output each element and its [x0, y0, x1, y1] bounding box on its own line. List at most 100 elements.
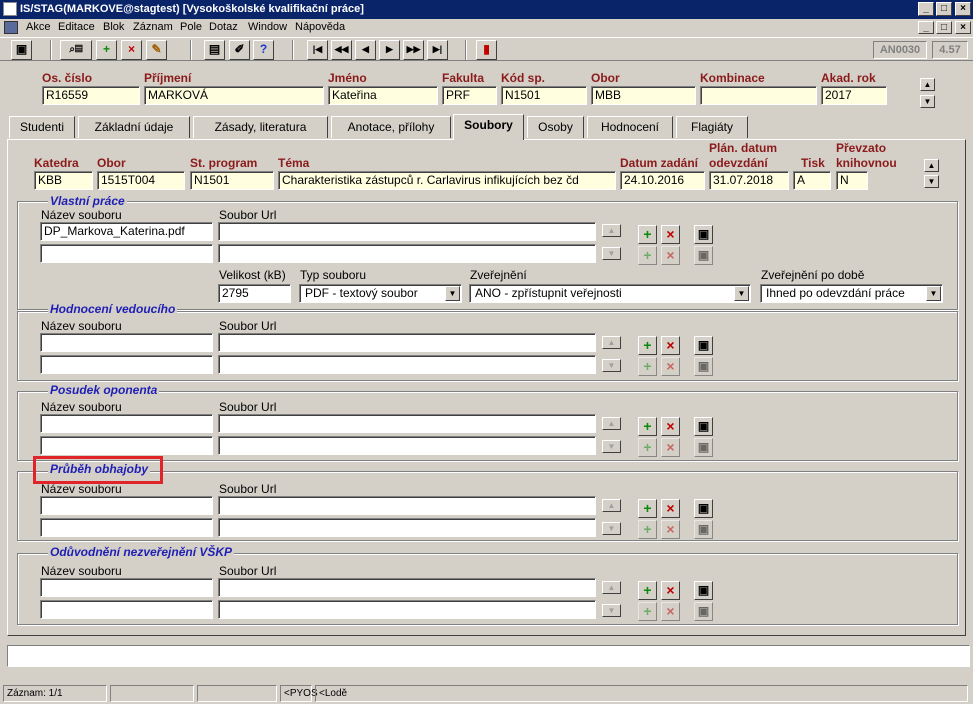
delete-file-icon[interactable]: × — [661, 438, 680, 457]
row-scroll-down-icon[interactable]: ▼ — [602, 440, 621, 453]
query-icon[interactable]: ⌕▤ — [60, 40, 92, 60]
save-file-icon[interactable]: ▣ — [694, 336, 713, 355]
nazev-souboru-field[interactable]: DP_Markova_Katerina.pdf — [40, 222, 213, 241]
thesis-scroll-up-icon[interactable]: ▲ — [924, 159, 939, 172]
save-file-icon[interactable]: ▣ — [694, 581, 713, 600]
delete-file-icon[interactable]: × — [661, 520, 680, 539]
velikost-field[interactable]: 2795 — [218, 284, 291, 303]
typ-souboru-select[interactable]: PDF - textový soubor ▼ — [299, 284, 462, 303]
jmeno-field[interactable]: Kateřina — [328, 86, 438, 105]
zverejneni-po-select[interactable]: Ihned po odevzdání práce ▼ — [760, 284, 943, 303]
nazev-souboru-field[interactable] — [40, 600, 213, 619]
child-restore-button[interactable]: □ — [936, 21, 952, 34]
fakulta-field[interactable]: PRF — [442, 86, 497, 105]
menu-window[interactable]: Window — [248, 21, 287, 33]
soubor-url-field[interactable] — [218, 222, 596, 241]
add-file-icon[interactable]: + — [638, 499, 657, 518]
add-file-icon[interactable]: + — [638, 336, 657, 355]
scroll-down-icon[interactable]: ▼ — [920, 95, 935, 108]
soubor-url-field[interactable] — [218, 333, 596, 352]
clipboard-icon[interactable]: ▤ — [204, 40, 225, 60]
row-scroll-down-icon[interactable]: ▼ — [602, 522, 621, 535]
nazev-souboru-field[interactable] — [40, 333, 213, 352]
soubor-url-field[interactable] — [218, 518, 596, 537]
obor-code-field[interactable]: 1515T004 — [97, 171, 185, 190]
save-file-icon[interactable]: ▣ — [694, 520, 713, 539]
tab-plagiaty[interactable]: Flagiáty — [676, 116, 748, 138]
doc-icon[interactable] — [4, 21, 18, 34]
soubor-url-field[interactable] — [218, 355, 596, 374]
save-file-icon[interactable]: ▣ — [694, 225, 713, 244]
tema-field[interactable]: Charakteristika zástupců r. Carlavirus i… — [278, 171, 616, 190]
add-file-icon[interactable]: + — [638, 246, 657, 265]
menu-zaznam[interactable]: Záznam — [133, 21, 173, 33]
tab-hodnoceni[interactable]: Hodnocení — [587, 116, 673, 138]
delete-file-icon[interactable]: × — [661, 225, 680, 244]
menu-blok[interactable]: Blok — [103, 21, 124, 33]
add-file-icon[interactable]: + — [638, 602, 657, 621]
delete-file-icon[interactable]: × — [661, 581, 680, 600]
kod-sp-field[interactable]: N1501 — [501, 86, 587, 105]
soubor-url-field[interactable] — [218, 600, 596, 619]
next-block-icon[interactable]: ▶▶ — [403, 40, 424, 60]
thesis-scroll-down-icon[interactable]: ▼ — [924, 175, 939, 188]
add-file-icon[interactable]: + — [638, 225, 657, 244]
row-scroll-down-icon[interactable]: ▼ — [602, 604, 621, 617]
plan-datum-field[interactable]: 31.07.2018 — [709, 171, 789, 190]
save-file-icon[interactable]: ▣ — [694, 246, 713, 265]
st-program-field[interactable]: N1501 — [190, 171, 274, 190]
prijmeni-field[interactable]: MARKOVÁ — [144, 86, 324, 105]
save-file-icon[interactable]: ▣ — [694, 357, 713, 376]
save-icon[interactable]: ▣ — [11, 40, 32, 60]
nazev-souboru-field[interactable] — [40, 414, 213, 433]
delete-file-icon[interactable]: × — [661, 336, 680, 355]
child-minimize-button[interactable]: _ — [918, 21, 934, 34]
akad-rok-field[interactable]: 2017 — [821, 86, 887, 105]
add-record-icon[interactable]: + — [96, 40, 117, 60]
tab-soubory[interactable]: Soubory — [453, 114, 524, 140]
kombinace-field[interactable] — [700, 86, 817, 105]
soubor-url-field[interactable] — [218, 414, 596, 433]
next-record-icon[interactable]: ▶ — [379, 40, 400, 60]
menu-napoveda[interactable]: Nápověda — [295, 21, 345, 33]
nazev-souboru-field[interactable] — [40, 355, 213, 374]
katedra-field[interactable]: KBB — [34, 171, 93, 190]
delete-file-icon[interactable]: × — [661, 357, 680, 376]
row-scroll-up-icon[interactable]: ▲ — [602, 581, 621, 594]
tab-osoby[interactable]: Osoby — [527, 116, 584, 138]
delete-file-icon[interactable]: × — [661, 246, 680, 265]
nazev-souboru-field[interactable] — [40, 436, 213, 455]
tab-zasady-literatura[interactable]: Zásady, literatura — [193, 116, 328, 138]
add-file-icon[interactable]: + — [638, 357, 657, 376]
prevzato-field[interactable]: N — [836, 171, 868, 190]
tisk-field[interactable]: A — [793, 171, 831, 190]
save-file-icon[interactable]: ▣ — [694, 499, 713, 518]
nazev-souboru-field[interactable] — [40, 518, 213, 537]
row-scroll-up-icon[interactable]: ▲ — [602, 417, 621, 430]
save-file-icon[interactable]: ▣ — [694, 438, 713, 457]
nazev-souboru-field[interactable] — [40, 496, 213, 515]
menu-akce[interactable]: Akce — [26, 21, 50, 33]
nazev-souboru-field[interactable] — [40, 578, 213, 597]
minimize-button[interactable]: _ — [918, 2, 934, 16]
nazev-souboru-field[interactable] — [40, 244, 213, 263]
add-file-icon[interactable]: + — [638, 520, 657, 539]
clear-icon[interactable]: ✎ — [146, 40, 167, 60]
soubor-url-field[interactable] — [218, 436, 596, 455]
help-icon[interactable]: ? — [253, 40, 274, 60]
first-record-icon[interactable]: |◀ — [307, 40, 328, 60]
delete-file-icon[interactable]: × — [661, 417, 680, 436]
soubor-url-field[interactable] — [218, 496, 596, 515]
row-scroll-up-icon[interactable]: ▲ — [602, 336, 621, 349]
edit-icon[interactable]: ✐ — [229, 40, 250, 60]
scroll-up-icon[interactable]: ▲ — [920, 78, 935, 91]
menu-editace[interactable]: Editace — [58, 21, 95, 33]
child-close-button[interactable]: × — [955, 21, 971, 34]
tab-anotace-prilohy[interactable]: Anotace, přílohy — [331, 116, 451, 138]
menu-dotaz[interactable]: Dotaz — [209, 21, 238, 33]
row-scroll-up-icon[interactable]: ▲ — [602, 499, 621, 512]
exit-icon[interactable]: ▮ — [476, 40, 497, 60]
delete-record-icon[interactable]: × — [121, 40, 142, 60]
tab-studenti[interactable]: Studenti — [9, 116, 75, 138]
datum-zadani-field[interactable]: 24.10.2016 — [620, 171, 705, 190]
